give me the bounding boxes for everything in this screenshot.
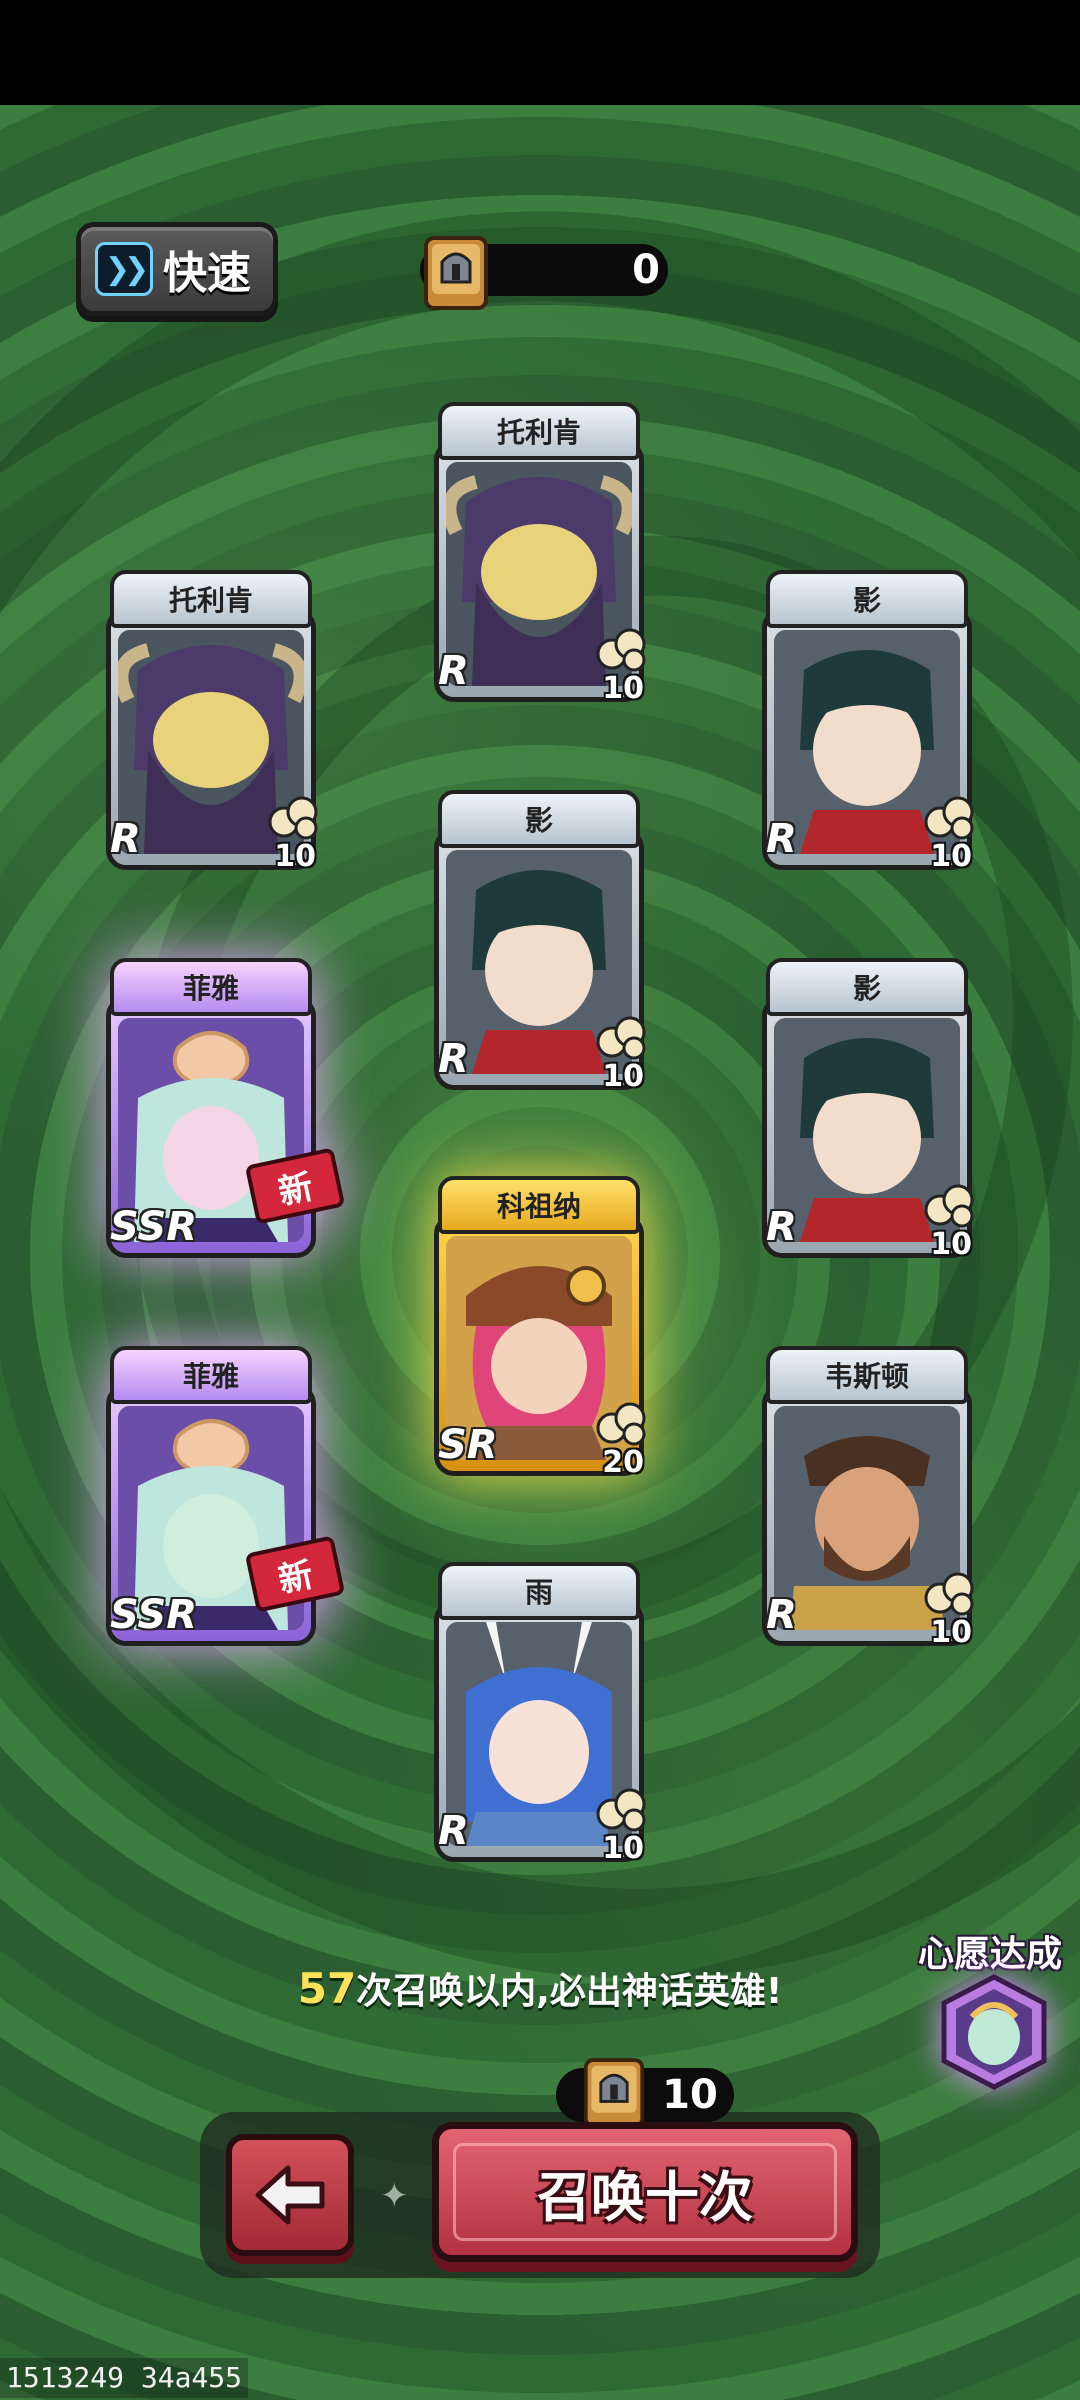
card-count: 10 <box>930 1227 972 1262</box>
hero-card[interactable]: 托利肯 R 10 <box>424 402 654 706</box>
hero-name: 韦斯顿 <box>766 1346 968 1404</box>
summon-cost-value: 10 <box>662 2072 718 2118</box>
rarity-badge: R <box>766 1592 797 1638</box>
fast-forward-icon: ❯❯ <box>95 242 153 296</box>
speed-label: 快速 <box>163 248 251 299</box>
hero-card[interactable]: 托利肯 R 10 <box>96 570 326 874</box>
status-bar <box>0 0 1080 105</box>
hero-card[interactable]: 菲雅 SSR 新 <box>96 1346 346 1646</box>
hero-card[interactable]: 科祖纳 SR 20 <box>424 1176 654 1480</box>
wish-fulfilled-widget[interactable]: 心愿达成 <box>900 1925 1080 2095</box>
rarity-badge: SSR <box>110 1592 197 1638</box>
card-count: 10 <box>274 839 316 874</box>
shard-pile-icon <box>924 796 974 840</box>
pity-text: 次召唤以内,必出神话英雄! <box>356 1971 783 2012</box>
hero-card[interactable]: 影 R 10 <box>424 790 654 1094</box>
rarity-badge: SR <box>438 1422 498 1468</box>
hero-name: 菲雅 <box>110 1346 312 1404</box>
rarity-badge: SSR <box>110 1204 197 1250</box>
pity-count: 57 <box>297 1964 357 2013</box>
back-button[interactable] <box>226 2134 354 2256</box>
hero-card[interactable]: 影 R 10 <box>752 958 982 1262</box>
speed-button[interactable]: ❯❯ 快速 <box>76 222 278 316</box>
sparkle-icon: ✦ <box>380 2176 409 2216</box>
card-count: 10 <box>602 1831 644 1866</box>
wish-label: 心愿达成 <box>917 1934 1062 1975</box>
rarity-badge: R <box>438 648 469 694</box>
card-count: 10 <box>930 839 972 874</box>
back-arrow-icon <box>255 2165 325 2225</box>
currency-value: 0 <box>632 247 660 293</box>
hero-name: 雨 <box>438 1562 640 1620</box>
card-count: 10 <box>930 1615 972 1650</box>
hero-card[interactable]: 雨 R 10 <box>424 1562 654 1866</box>
hero-name: 影 <box>766 958 968 1016</box>
summon-ten-button[interactable]: 召唤十次 <box>432 2122 858 2262</box>
hero-name: 托利肯 <box>110 570 312 628</box>
card-count: 10 <box>602 671 644 706</box>
shard-pile-icon <box>596 628 646 672</box>
hero-name: 影 <box>438 790 640 848</box>
summon-ten-label: 召唤十次 <box>537 2165 753 2229</box>
hero-name: 托利肯 <box>438 402 640 460</box>
shard-pile-icon <box>924 1572 974 1616</box>
shard-pile-icon <box>596 1016 646 1060</box>
rarity-badge: R <box>438 1036 469 1082</box>
shard-pile-icon <box>268 796 318 840</box>
shard-pile-icon <box>596 1788 646 1832</box>
hero-card[interactable]: 菲雅 SSR 新 <box>96 958 346 1258</box>
helmet-ticket-icon <box>424 236 488 310</box>
rarity-badge: R <box>766 1204 797 1250</box>
wish-hero-badge-icon <box>941 1974 1047 2090</box>
rarity-badge: R <box>438 1808 469 1854</box>
helmet-ticket-icon <box>583 2058 645 2128</box>
shard-pile-icon <box>596 1402 646 1446</box>
hero-card[interactable]: 影 R 10 <box>752 570 982 874</box>
hero-card[interactable]: 韦斯顿 R 10 <box>752 1346 982 1650</box>
rarity-badge: R <box>110 816 141 862</box>
hero-name: 影 <box>766 570 968 628</box>
build-id-text: 1513249 34a455 <box>0 2358 249 2398</box>
hero-name: 科祖纳 <box>438 1176 640 1234</box>
rarity-badge: R <box>766 816 797 862</box>
hero-name: 菲雅 <box>110 958 312 1016</box>
shard-pile-icon <box>924 1184 974 1228</box>
card-count: 10 <box>602 1059 644 1094</box>
card-count: 20 <box>602 1445 644 1480</box>
